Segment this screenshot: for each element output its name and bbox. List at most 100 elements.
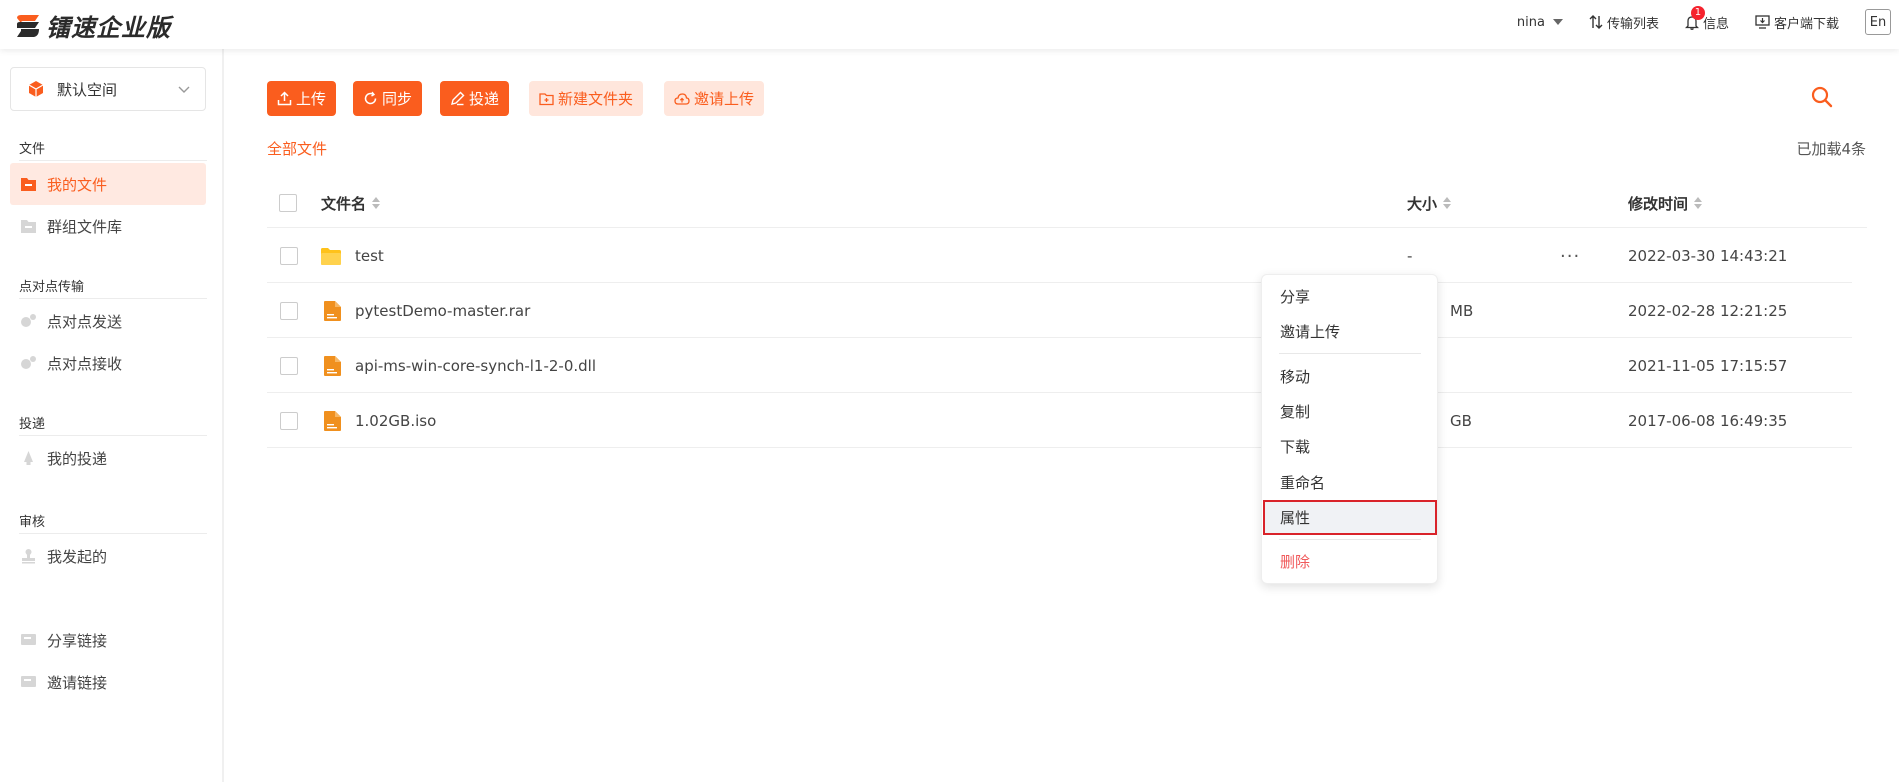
column-header-name[interactable]: 文件名 bbox=[321, 178, 381, 228]
sidebar-item-label: 点对点接收 bbox=[47, 354, 123, 373]
sync-icon bbox=[364, 91, 377, 105]
search-icon[interactable] bbox=[1810, 85, 1834, 109]
deliver-button[interactable]: 投递 bbox=[440, 81, 510, 116]
messages-button[interactable]: 1 信息 bbox=[1684, 5, 1729, 32]
sidebar-item-p2p-receive[interactable]: 点对点接收 bbox=[10, 342, 206, 384]
row-context-menu: 分享 邀请上传 移动 复制 下载 重命名 属性 删除 bbox=[1261, 274, 1438, 584]
user-menu[interactable]: nina bbox=[1517, 15, 1563, 30]
sidebar-item-share-links[interactable]: 分享链接 bbox=[10, 619, 206, 661]
file-name: test bbox=[355, 247, 384, 265]
section-label-files: 文件 bbox=[19, 142, 46, 157]
sidebar-item-p2p-send[interactable]: 点对点发送 bbox=[10, 300, 206, 342]
menu-item-copy[interactable]: 复制 bbox=[1263, 394, 1437, 429]
deliver-label: 投递 bbox=[469, 90, 500, 108]
invite-link-icon bbox=[21, 676, 36, 687]
table-header: 文件名 大小 修改时间 bbox=[267, 178, 1867, 228]
invite-upload-button[interactable]: 邀请上传 bbox=[664, 81, 765, 116]
select-all-checkbox[interactable] bbox=[279, 194, 297, 212]
menu-item-share[interactable]: 分享 bbox=[1263, 279, 1437, 314]
transfer-icon bbox=[1589, 15, 1603, 29]
row-checkbox[interactable] bbox=[280, 357, 298, 375]
sync-label: 同步 bbox=[382, 90, 413, 108]
menu-item-rename[interactable]: 重命名 bbox=[1263, 465, 1437, 500]
monitor-download-icon bbox=[1755, 15, 1770, 29]
menu-item-invite-upload[interactable]: 邀请上传 bbox=[1263, 314, 1437, 349]
top-bar: 镭速企业版 nina 传输列表 1 信息 客户端下载 En bbox=[0, 0, 1899, 49]
column-header-size[interactable]: 大小 bbox=[1407, 178, 1452, 228]
row-checkbox[interactable] bbox=[280, 412, 298, 430]
row-checkbox[interactable] bbox=[280, 247, 298, 265]
file-icon bbox=[324, 301, 341, 321]
column-header-label: 修改时间 bbox=[1628, 194, 1689, 213]
file-name-cell[interactable]: test bbox=[321, 229, 384, 283]
p2p-send-icon bbox=[21, 314, 36, 327]
sidebar-item-invite-links[interactable]: 邀请链接 bbox=[10, 661, 206, 703]
sidebar-item-label: 分享链接 bbox=[47, 631, 108, 650]
language-toggle[interactable]: En bbox=[1865, 9, 1891, 35]
file-name-cell[interactable]: pytestDemo-master.rar bbox=[324, 284, 530, 338]
sync-button[interactable]: 同步 bbox=[353, 81, 423, 116]
space-selector[interactable]: 默认空间 bbox=[10, 67, 206, 111]
section-divider bbox=[19, 160, 207, 161]
file-modified: 2022-03-30 14:43:21 bbox=[1628, 247, 1788, 265]
loaded-count: 已加载4条 bbox=[1796, 140, 1866, 158]
file-modified: 2022-02-28 12:21:25 bbox=[1628, 302, 1788, 320]
sidebar-item-group-library[interactable]: 群组文件库 bbox=[10, 205, 206, 247]
column-header-label: 文件名 bbox=[321, 194, 367, 213]
menu-item-move[interactable]: 移动 bbox=[1263, 359, 1437, 394]
sidebar-item-label: 邀请链接 bbox=[47, 673, 108, 692]
menu-item-properties[interactable]: 属性 bbox=[1263, 500, 1437, 535]
select-all-cell bbox=[279, 178, 297, 228]
table-row[interactable]: test ··· - 2022-03-30 14:43:21 bbox=[267, 229, 1852, 283]
table-row[interactable]: pytestDemo-master.rar MB 2022-02-28 12:2… bbox=[267, 284, 1852, 338]
new-folder-button[interactable]: 新建文件夹 bbox=[529, 81, 644, 116]
transfer-list-button[interactable]: 传输列表 bbox=[1589, 13, 1659, 32]
menu-divider bbox=[1279, 539, 1421, 540]
new-folder-icon bbox=[539, 92, 554, 105]
breadcrumb[interactable]: 全部文件 bbox=[267, 138, 327, 159]
file-name-cell[interactable]: 1.02GB.iso bbox=[324, 394, 436, 448]
sidebar-item-my-delivery[interactable]: 我的投递 bbox=[10, 437, 206, 479]
space-selector-label: 默认空间 bbox=[57, 80, 118, 99]
file-name: pytestDemo-master.rar bbox=[355, 302, 531, 320]
section-label-delivery: 投递 bbox=[19, 417, 46, 432]
section-divider bbox=[19, 435, 207, 436]
file-icon bbox=[324, 356, 341, 376]
menu-item-delete[interactable]: 删除 bbox=[1263, 544, 1437, 579]
row-checkbox[interactable] bbox=[280, 302, 298, 320]
p2p-receive-icon bbox=[21, 356, 36, 369]
sidebar-item-label: 我的文件 bbox=[47, 175, 108, 194]
new-folder-label: 新建文件夹 bbox=[558, 90, 634, 108]
menu-divider bbox=[1279, 353, 1421, 354]
row-checkbox-cell bbox=[280, 394, 298, 448]
file-name-cell[interactable]: api-ms-win-core-synch-l1-2-0.dll bbox=[324, 339, 596, 393]
section-divider bbox=[19, 533, 207, 534]
file-modified: 2021-11-05 17:15:57 bbox=[1628, 357, 1788, 375]
group-library-icon bbox=[21, 220, 36, 233]
table-row[interactable]: 1.02GB.iso GB 2017-06-08 16:49:35 bbox=[267, 394, 1852, 448]
upload-button[interactable]: 上传 bbox=[267, 81, 337, 116]
logo-mark-icon bbox=[17, 14, 39, 37]
sidebar-item-my-initiated[interactable]: 我发起的 bbox=[10, 535, 206, 577]
column-header-label: 大小 bbox=[1407, 194, 1438, 213]
folder-icon bbox=[321, 247, 341, 265]
stamp-icon bbox=[22, 549, 35, 564]
more-actions-button[interactable]: ··· bbox=[1560, 229, 1580, 283]
header-actions: nina 传输列表 1 信息 客户端下载 En bbox=[1517, 0, 1899, 44]
deliver-icon bbox=[451, 91, 465, 106]
row-checkbox-cell bbox=[280, 229, 298, 283]
file-modified: 2017-06-08 16:49:35 bbox=[1628, 412, 1788, 430]
sort-icon bbox=[1694, 197, 1703, 209]
menu-item-download[interactable]: 下载 bbox=[1263, 429, 1437, 464]
sidebar-item-my-files[interactable]: 我的文件 bbox=[10, 163, 206, 205]
app-logo[interactable]: 镭速企业版 bbox=[14, 8, 171, 43]
space-cube-icon bbox=[28, 81, 44, 97]
upload-icon bbox=[277, 91, 292, 106]
column-header-modified[interactable]: 修改时间 bbox=[1628, 178, 1703, 228]
sort-icon bbox=[1443, 197, 1452, 209]
client-download-button[interactable]: 客户端下载 bbox=[1755, 13, 1839, 32]
sidebar-item-label: 群组文件库 bbox=[47, 217, 123, 236]
transfer-list-label: 传输列表 bbox=[1606, 16, 1659, 32]
table-row[interactable]: api-ms-win-core-synch-l1-2-0.dll 2021-11… bbox=[267, 339, 1852, 393]
row-checkbox-cell bbox=[280, 284, 298, 338]
